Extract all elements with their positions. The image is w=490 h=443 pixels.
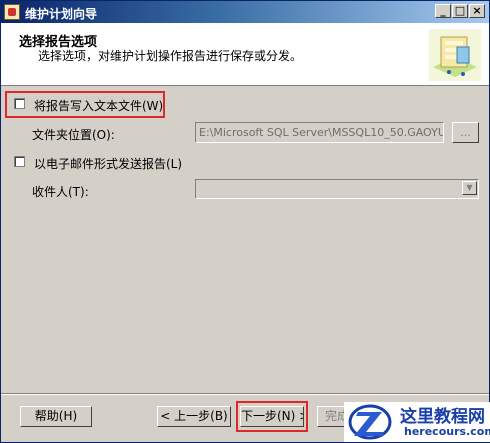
email-report-checkbox[interactable] [14, 156, 25, 167]
folder-location-label: 文件夹位置(O): [32, 128, 115, 142]
page-subtitle: 选择选项，对维护计划操作报告进行保存或分发。 [38, 49, 303, 63]
footer-divider-highlight [1, 394, 489, 395]
browse-folder-button[interactable]: ... [452, 122, 479, 143]
chevron-down-icon[interactable]: ▼ [462, 181, 477, 195]
watermark-url: herecours.com [404, 425, 490, 438]
next-button[interactable]: 下一步(N) > [240, 406, 304, 427]
title-bar[interactable]: 维护计划向导 _ □ × [1, 1, 489, 23]
watermark: 这里教程网 herecours.com [344, 402, 490, 442]
watermark-logo-icon [348, 404, 392, 440]
window-title: 维护计划向导 [25, 7, 98, 21]
minimize-button[interactable]: _ [435, 4, 451, 18]
help-button[interactable]: 帮助(H) [20, 406, 92, 427]
back-button[interactable]: < 上一步(B) [157, 406, 231, 427]
folder-location-input[interactable]: E:\Microsoft SQL Server\MSSQL10_50.GAOYU… [195, 122, 444, 143]
recipient-select[interactable]: ▼ [195, 179, 479, 199]
wizard-window: 维护计划向导 _ □ × 选择报告选项 选择选项，对维护计划操作报告进行保存或分… [0, 0, 490, 443]
write-to-file-label: 将报告写入文本文件(W) [34, 99, 164, 113]
close-button[interactable]: × [469, 4, 485, 18]
write-to-file-checkbox[interactable] [14, 98, 25, 109]
wizard-header-graphic-icon [429, 29, 481, 81]
email-report-label: 以电子邮件形式发送报告(L) [34, 157, 183, 171]
watermark-title: 这里教程网 [400, 407, 485, 427]
wizard-app-icon [4, 4, 20, 20]
recipient-label: 收件人(T): [32, 185, 89, 199]
maximize-button[interactable]: □ [452, 4, 468, 18]
wizard-header: 选择报告选项 选择选项，对维护计划操作报告进行保存或分发。 [1, 23, 489, 86]
